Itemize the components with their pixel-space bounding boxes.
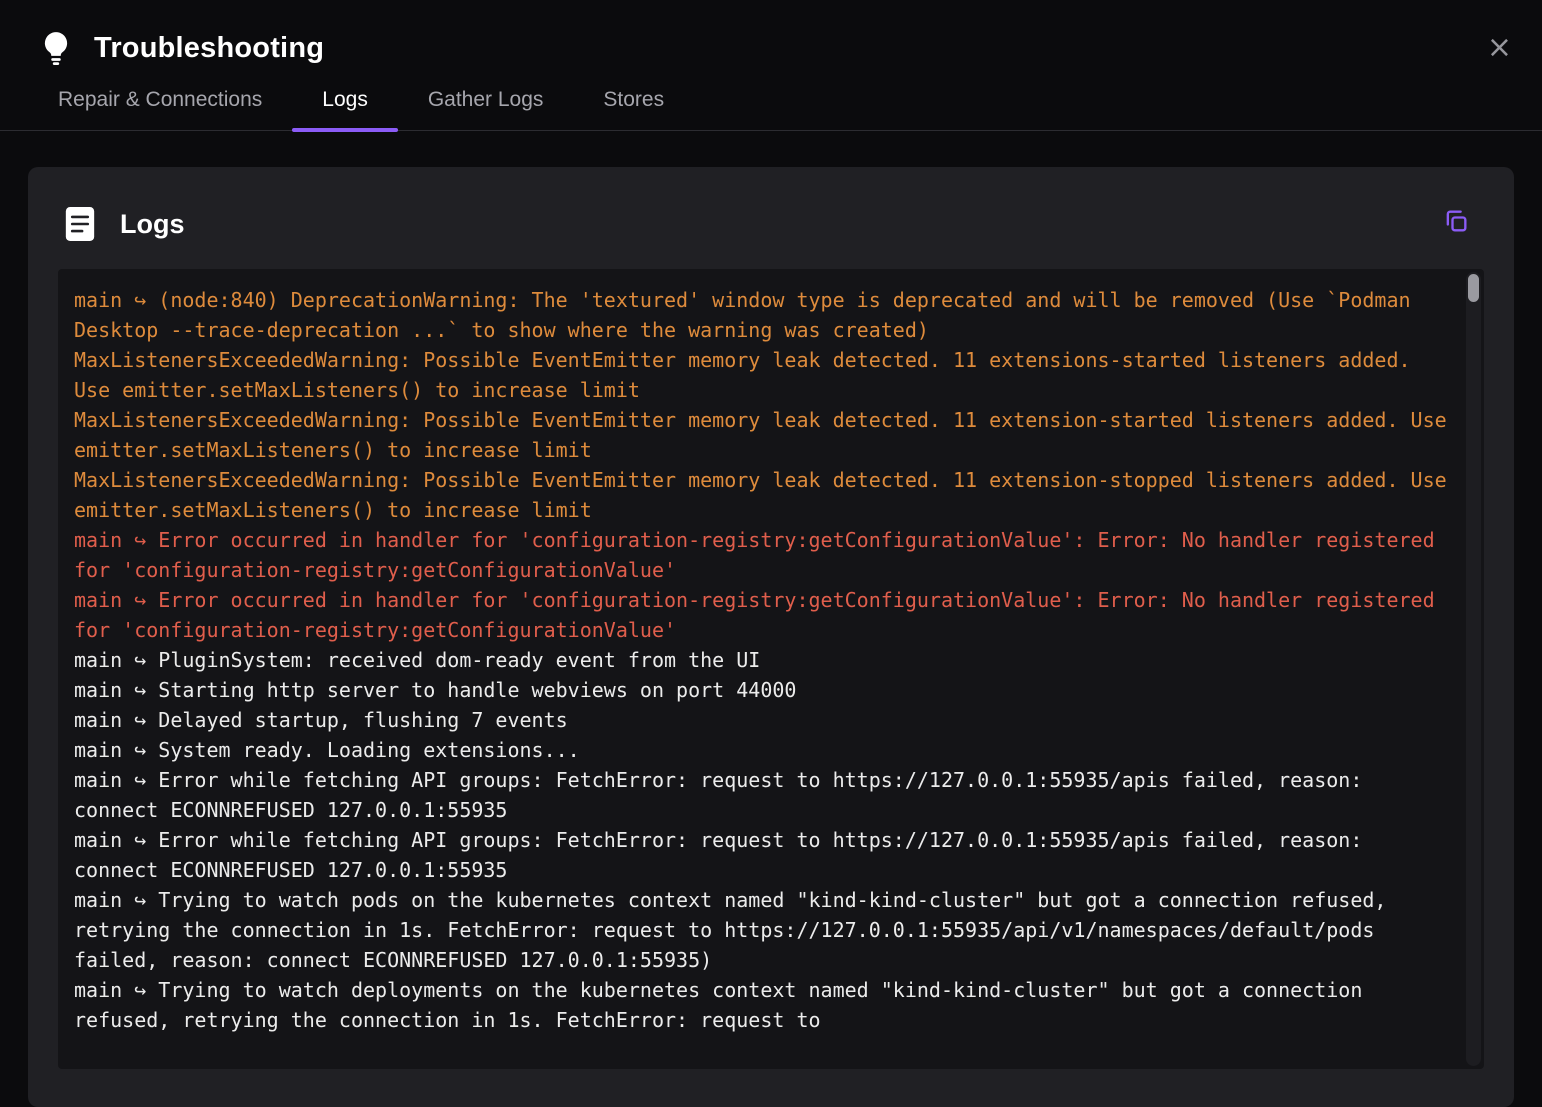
tab-bar: Repair & ConnectionsLogsGather LogsStore…: [0, 88, 1542, 131]
console-scrollbar[interactable]: [1466, 272, 1481, 1066]
log-line: main ↪ Trying to watch pods on the kuber…: [74, 885, 1447, 975]
troubleshooting-window: Troubleshooting × Repair & ConnectionsLo…: [0, 0, 1542, 1107]
log-line: main ↪ Delayed startup, flushing 7 event…: [74, 705, 1447, 735]
log-line: main ↪ Starting http server to handle we…: [74, 675, 1447, 705]
panel-title: Logs: [120, 209, 185, 240]
tab-logs[interactable]: Logs: [292, 88, 398, 130]
copy-icon: [1442, 223, 1470, 238]
log-line: main ↪ Error occurred in handler for 'co…: [74, 585, 1447, 645]
log-console[interactable]: main ↪ (node:840) DeprecationWarning: Th…: [58, 269, 1484, 1069]
logs-panel: Logs main ↪ (node:840) DeprecationWarnin…: [28, 167, 1514, 1107]
log-line: MaxListenersExceededWarning: Possible Ev…: [74, 465, 1447, 525]
logs-panel-header: Logs: [58, 205, 1484, 243]
log-line: main ↪ Error occurred in handler for 'co…: [74, 525, 1447, 585]
log-line: main ↪ PluginSystem: received dom-ready …: [74, 645, 1447, 675]
tab-repair-connections[interactable]: Repair & Connections: [28, 88, 292, 130]
copy-logs-button[interactable]: [1442, 207, 1470, 238]
log-line: main ↪ (node:840) DeprecationWarning: Th…: [74, 285, 1447, 345]
close-button[interactable]: ×: [1481, 31, 1518, 65]
lightbulb-icon: [36, 28, 76, 68]
window-header: Troubleshooting × Repair & ConnectionsLo…: [0, 0, 1542, 131]
log-line: MaxListenersExceededWarning: Possible Ev…: [74, 345, 1447, 405]
scrollbar-thumb[interactable]: [1468, 274, 1479, 302]
document-icon: [62, 205, 98, 243]
log-output: main ↪ (node:840) DeprecationWarning: Th…: [74, 285, 1447, 1035]
tab-gather-logs[interactable]: Gather Logs: [398, 88, 574, 130]
log-line: MaxListenersExceededWarning: Possible Ev…: [74, 405, 1447, 465]
log-line: main ↪ System ready. Loading extensions.…: [74, 735, 1447, 765]
log-line: main ↪ Trying to watch deployments on th…: [74, 975, 1447, 1035]
tab-stores[interactable]: Stores: [573, 88, 694, 130]
window-title: Troubleshooting: [94, 32, 324, 65]
log-line: main ↪ Error while fetching API groups: …: [74, 825, 1447, 885]
log-line: main ↪ Error while fetching API groups: …: [74, 765, 1447, 825]
